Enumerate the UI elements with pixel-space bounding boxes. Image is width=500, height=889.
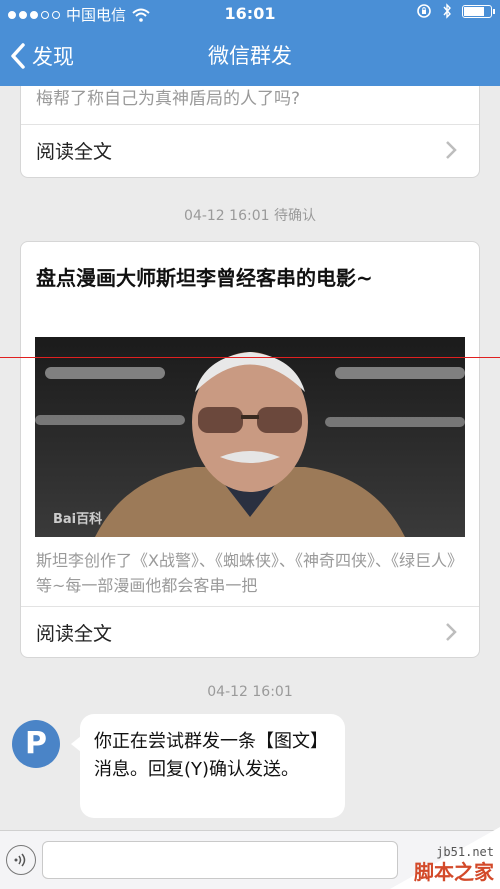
article-card[interactable]: 梅帮了称自己为真神盾局的人了吗? 阅读全文: [20, 86, 480, 178]
article-image: Bai百科: [35, 337, 465, 537]
navigation-bar: 发现 微信群发: [0, 28, 500, 84]
watermark-name: 脚本之家: [414, 860, 494, 884]
read-more-label: 阅读全文: [36, 141, 113, 163]
site-watermark: jb51.net 脚本之家: [390, 827, 500, 889]
message-timestamp: 04-12 16:01 待确认: [184, 208, 316, 224]
message-timestamp: 04-12 16:01: [207, 684, 293, 700]
battery-icon: [462, 4, 495, 18]
article-summary: 斯坦李创作了《X战警》、《蜘蛛侠》、《神奇四侠》、《绿巨人》等~每一部漫画他都会…: [36, 551, 463, 595]
wechat-broadcast-screen: 中国电信 16:01 发现 微信群发 梅帮了称自己为真神盾局的人了吗? 阅读全文…: [0, 0, 500, 889]
guide-line: [0, 357, 500, 358]
read-more-label: 阅读全文: [36, 623, 113, 645]
article-title: 盘点漫画大师斯坦李曾经客串的电影~: [36, 266, 373, 290]
read-more-button[interactable]: 阅读全文: [21, 606, 479, 659]
article-summary: 梅帮了称自己为真神盾局的人了吗?: [36, 89, 301, 109]
message-bubble[interactable]: 你正在尝试群发一条【图文】消息。回复(Y)确认发送。: [71, 714, 345, 818]
text-message: P 你正在尝试群发一条【图文】消息。回复(Y)确认发送。: [12, 712, 492, 822]
page-title: 微信群发: [208, 44, 292, 68]
voice-icon: [14, 853, 26, 867]
read-more-button[interactable]: 阅读全文: [21, 124, 479, 177]
status-right: [416, 3, 495, 19]
article-card[interactable]: 盘点漫画大师斯坦李曾经客串的电影~ Bai百科 斯坦李创作了《X战警》、《蜘蛛侠…: [20, 241, 480, 658]
status-bar: 中国电信 16:01: [0, 0, 500, 28]
battery-fill: [464, 6, 485, 16]
voice-button[interactable]: [6, 845, 36, 875]
chat-content[interactable]: 梅帮了称自己为真神盾局的人了吗? 阅读全文 04-12 16:01 待确认 盘点…: [0, 86, 500, 830]
chevron-right-icon: [446, 141, 457, 159]
avatar[interactable]: P: [12, 720, 60, 768]
portrait-image: [35, 337, 465, 537]
bluetooth-icon: [443, 3, 451, 19]
image-watermark: Bai百科: [53, 512, 103, 527]
top-bar: 中国电信 16:01 发现 微信群发: [0, 0, 500, 86]
message-input[interactable]: [42, 841, 398, 879]
orientation-lock-icon: [417, 4, 431, 18]
chevron-right-icon: [446, 623, 457, 641]
